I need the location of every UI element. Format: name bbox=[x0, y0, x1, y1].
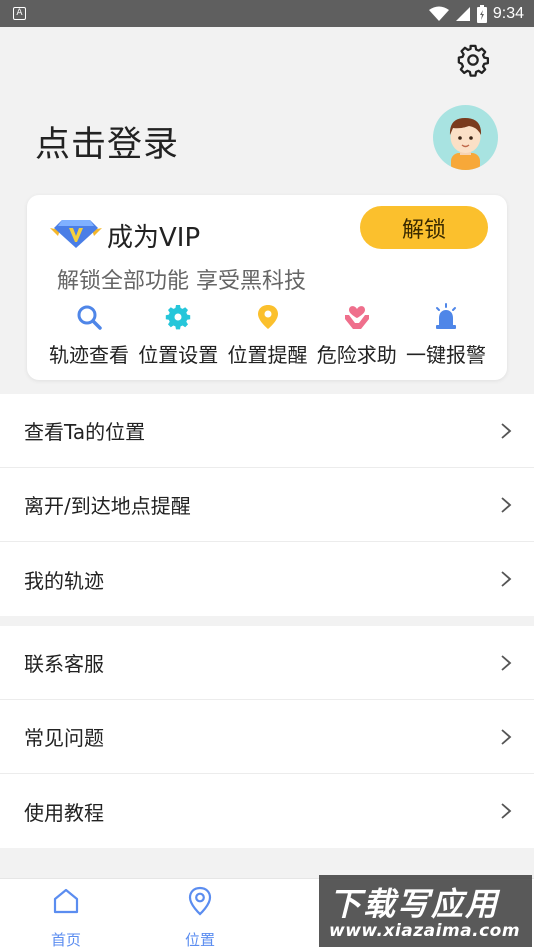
menu-item-customer-service[interactable]: 联系客服 bbox=[0, 626, 534, 700]
feature-label: 位置提醒 bbox=[227, 343, 308, 367]
wifi-icon bbox=[428, 6, 449, 21]
menu-item-label: 联系客服 bbox=[24, 652, 104, 676]
status-bar: A 9:34 bbox=[0, 0, 534, 27]
feature-danger-help[interactable]: 危险求助 bbox=[313, 303, 401, 368]
menu-item-faq[interactable]: 常见问题 bbox=[0, 700, 534, 774]
menu-item-arrive-leave-reminder[interactable]: 离开/到达地点提醒 bbox=[0, 468, 534, 542]
feature-label: 危险求助 bbox=[316, 343, 397, 367]
menu-item-label: 离开/到达地点提醒 bbox=[24, 494, 191, 518]
watermark-overlay: 下载写应用 www.xiazaima.com bbox=[319, 875, 532, 947]
location-icon bbox=[188, 886, 212, 916]
menu-item-label: 我的轨迹 bbox=[24, 568, 104, 593]
vip-title: 成为VIP bbox=[107, 223, 201, 253]
vip-diamond-icon bbox=[50, 220, 102, 248]
tab-location[interactable]: 位置 bbox=[155, 879, 245, 950]
unlock-button[interactable]: 解锁 bbox=[360, 206, 488, 249]
feature-one-key-alarm[interactable]: 一键报警 bbox=[402, 303, 490, 368]
settings-gear-icon[interactable] bbox=[456, 43, 490, 77]
menu-item-tutorial[interactable]: 使用教程 bbox=[0, 774, 534, 848]
battery-icon bbox=[476, 4, 487, 23]
status-icons: 9:34 bbox=[428, 3, 524, 24]
menu-item-label: 常见问题 bbox=[24, 726, 104, 750]
help-hands-icon bbox=[344, 306, 369, 329]
app-notification-icon: A bbox=[13, 7, 26, 20]
menu-item-label: 使用教程 bbox=[24, 800, 104, 825]
user-avatar-icon bbox=[449, 118, 482, 170]
chevron-right-icon bbox=[501, 655, 512, 671]
chevron-right-icon bbox=[501, 423, 512, 439]
feature-label: 位置设置 bbox=[138, 343, 219, 367]
menu-item-view-location[interactable]: 查看Ta的位置 bbox=[0, 394, 534, 468]
avatar[interactable] bbox=[433, 105, 498, 170]
menu-group-location: 查看Ta的位置 离开/到达地点提醒 我的轨迹 bbox=[0, 394, 534, 616]
feature-label: 轨迹查看 bbox=[49, 343, 129, 367]
tab-home[interactable]: 首页 bbox=[21, 879, 111, 950]
menu-item-my-track[interactable]: 我的轨迹 bbox=[0, 542, 534, 616]
chevron-right-icon bbox=[501, 571, 512, 587]
chevron-right-icon bbox=[501, 729, 512, 745]
menu-item-label: 查看Ta的位置 bbox=[24, 420, 146, 444]
home-icon bbox=[53, 888, 79, 914]
chevron-right-icon bbox=[501, 497, 512, 513]
alarm-icon bbox=[436, 303, 456, 329]
tab-label: 位置 bbox=[184, 931, 215, 949]
search-icon bbox=[77, 305, 102, 330]
watermark-title: 下载写应用 bbox=[329, 885, 500, 923]
signal-icon bbox=[455, 6, 470, 21]
vip-card: 成为VIP 解锁 解锁全部功能 享受黑科技 轨迹查看 位置设置 位置提醒 危险求… bbox=[27, 195, 507, 380]
feature-track-view[interactable]: 轨迹查看 bbox=[45, 303, 133, 368]
login-prompt[interactable]: 点击登录 bbox=[35, 116, 179, 167]
gear-icon bbox=[166, 305, 191, 330]
chevron-right-icon bbox=[501, 803, 512, 819]
location-pin-icon bbox=[257, 305, 278, 329]
vip-feature-list: 轨迹查看 位置设置 位置提醒 危险求助 一键报警 bbox=[45, 303, 490, 368]
feature-location-reminder[interactable]: 位置提醒 bbox=[224, 303, 312, 368]
status-time: 9:34 bbox=[492, 4, 524, 22]
tab-label: 首页 bbox=[50, 931, 81, 949]
feature-label: 一键报警 bbox=[406, 343, 486, 367]
watermark-url: www.xiazaima.com bbox=[329, 921, 521, 941]
vip-subtitle: 解锁全部功能 享受黑科技 bbox=[57, 269, 306, 294]
feature-location-settings[interactable]: 位置设置 bbox=[134, 303, 222, 368]
menu-group-support: 联系客服 常见问题 使用教程 bbox=[0, 626, 534, 848]
